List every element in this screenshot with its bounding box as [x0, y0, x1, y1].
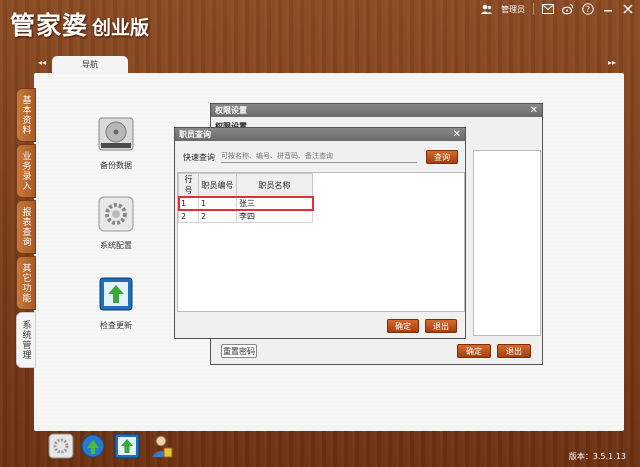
quick-search-input[interactable] [221, 149, 417, 163]
dock-backup-icon[interactable] [48, 433, 74, 459]
staff-dialog-title: 职员查询 [179, 130, 211, 139]
feature-backup-data[interactable]: 备份数据 [86, 114, 146, 171]
col-staff-code[interactable]: 职员编号 [198, 173, 237, 197]
reset-password-button[interactable]: 重置密码 [221, 344, 257, 358]
feature-label: 系统配置 [100, 241, 132, 250]
cell-staff-name: 李四 [236, 209, 313, 223]
weibo-icon[interactable] [562, 3, 574, 15]
table-row[interactable]: 2 2 李四 [178, 209, 313, 223]
feature-label: 检查更新 [100, 321, 132, 330]
app-title-main: 管家婆 [10, 11, 89, 40]
staff-table: 行号 职员编号 职员名称 1 1 张三 2 2 李四 [177, 173, 314, 223]
dock-globe-icon[interactable] [80, 433, 106, 459]
table-row[interactable]: 1 1 张三 [177, 195, 314, 211]
sidebar-item-report-query[interactable]: 报表查询 [16, 200, 36, 254]
divider [533, 3, 534, 15]
version-text: 版本：3.5.1.13 [568, 452, 626, 461]
close-icon[interactable]: ✕ [530, 104, 538, 117]
permission-ok-button[interactable]: 确定 [457, 344, 491, 358]
nav-prev-arrow[interactable]: ◂◂ [38, 58, 46, 67]
permission-exit-button[interactable]: 退出 [497, 344, 531, 358]
sidebar-item-system-management[interactable]: 系统管理 [16, 312, 36, 368]
cell-staff-code: 1 [198, 196, 237, 210]
cell-staff-name: 张三 [236, 196, 313, 210]
cell-row-number: 2 [178, 209, 199, 223]
staff-ok-button[interactable]: 确定 [387, 319, 419, 333]
table-header-row: 行号 职员编号 职员名称 [178, 173, 313, 197]
tab-navigation[interactable]: 导航 [52, 56, 128, 73]
close-icon[interactable] [622, 3, 634, 15]
app-title-edition: 创业版 [92, 17, 150, 39]
mail-icon[interactable] [542, 3, 554, 15]
top-toolbar: 管理员 ? [481, 2, 634, 16]
svg-text:?: ? [586, 5, 590, 14]
staff-exit-button[interactable]: 退出 [425, 319, 457, 333]
permission-dialog-titlebar: 权限设置 ✕ [211, 104, 542, 117]
staff-table-container: 行号 职员编号 职员名称 1 1 张三 2 2 李四 [177, 172, 465, 312]
gear-icon [96, 194, 136, 234]
user-icon[interactable] [481, 3, 493, 15]
permission-list[interactable] [473, 150, 541, 336]
nav-next-arrow[interactable]: ▸▸ [608, 58, 616, 67]
staff-dialog-titlebar: 职员查询 ✕ [175, 128, 465, 141]
feature-check-update[interactable]: 检查更新 [86, 274, 146, 331]
permission-dialog-title: 权限设置 [215, 106, 247, 115]
staff-query-dialog: 职员查询 ✕ 快速查询 查询 行号 职员编号 职员名称 1 1 张三 2 [174, 127, 466, 339]
sidebar-item-business-entry[interactable]: 业务录入 [16, 144, 36, 198]
sidebar-item-basic-info[interactable]: 基本资料 [16, 88, 36, 142]
close-icon[interactable]: ✕ [453, 128, 461, 141]
query-button[interactable]: 查询 [426, 150, 458, 164]
dock-user-icon[interactable] [148, 433, 174, 459]
cell-row-number: 1 [178, 196, 199, 210]
minimize-icon[interactable] [602, 3, 614, 15]
app-logo: 管家婆 创业版 [10, 6, 149, 42]
cell-staff-code: 2 [198, 209, 237, 223]
update-icon [96, 274, 136, 314]
sidebar-item-other-functions[interactable]: 其它功能 [16, 256, 36, 310]
help-icon[interactable]: ? [582, 3, 594, 15]
dock-update-icon[interactable] [114, 433, 140, 459]
col-staff-name[interactable]: 职员名称 [236, 173, 313, 197]
feature-label: 备份数据 [100, 161, 132, 170]
hard-drive-icon [96, 114, 136, 154]
feature-system-config[interactable]: 系统配置 [86, 194, 146, 251]
quick-search-label: 快速查询 [183, 153, 215, 162]
user-name[interactable]: 管理员 [501, 4, 525, 15]
col-row-number[interactable]: 行号 [178, 173, 199, 197]
